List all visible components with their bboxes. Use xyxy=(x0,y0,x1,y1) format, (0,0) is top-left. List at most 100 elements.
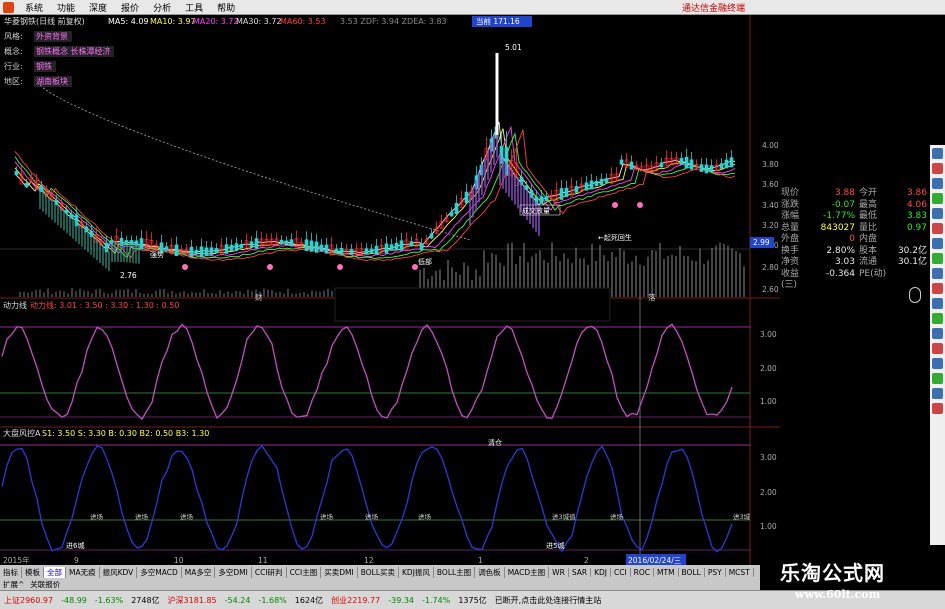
tab-indicator[interactable]: PSY xyxy=(705,567,726,577)
tab-indicator[interactable]: KDJ振风 xyxy=(399,566,434,578)
quote-label: 现价 xyxy=(781,188,800,198)
status-item: -1.74% xyxy=(422,595,451,605)
tag-value[interactable]: 钢铁概念 长株潭经济 xyxy=(36,46,111,56)
tab-indicator[interactable]: 调色板 xyxy=(475,566,505,578)
candle-body xyxy=(559,188,564,200)
export-icon[interactable] xyxy=(932,373,943,384)
status-item: 1375亿 xyxy=(458,595,487,605)
select-icon[interactable] xyxy=(932,298,943,309)
candle-body xyxy=(194,250,199,254)
buy-marker xyxy=(267,264,273,270)
tag-value[interactable]: 钢铁 xyxy=(36,61,52,71)
tab-indicator[interactable]: MACD主图 xyxy=(505,566,550,578)
menu-analysis[interactable]: 分析 xyxy=(146,1,178,14)
tab-indicator[interactable]: BOLL xyxy=(679,567,705,577)
candle-body xyxy=(589,180,594,190)
chart-area[interactable]: 华菱钢铁(日线 前复权) MA5: 4.09 MA10: 3.97 MA20: … xyxy=(0,15,805,565)
menu-system[interactable]: 系统 xyxy=(18,1,50,14)
layout-icon[interactable] xyxy=(932,238,943,249)
tab-indicator[interactable]: BOLL主图 xyxy=(434,566,476,578)
header-badge-text: 当前 171.16 xyxy=(476,16,520,26)
promo-link[interactable]: 通达信金融终端 xyxy=(682,1,745,14)
tag-label: 概念: xyxy=(4,46,23,56)
tab-indicator[interactable]: 多空DMI xyxy=(215,566,252,578)
quote-row: 收益(三) -0.364 PE(动) xyxy=(781,268,931,291)
tab-indicator[interactable]: 买卖DMI xyxy=(321,566,358,578)
tab-indicator[interactable]: CCI xyxy=(611,567,631,577)
status-item: -1.63% xyxy=(94,595,124,605)
buy-marker xyxy=(337,264,343,270)
menu-help[interactable]: 帮助 xyxy=(210,1,242,14)
tab-indicator[interactable]: BOLL买卖 xyxy=(358,566,399,578)
panel2-tick: 3.00 xyxy=(760,453,777,462)
tag-value[interactable]: 湖南板块 xyxy=(36,76,68,86)
alert-icon[interactable] xyxy=(932,283,943,294)
stock-title: 华菱钢铁(日线 前复权) xyxy=(4,16,85,26)
indicator-icon[interactable] xyxy=(932,223,943,234)
period-icon[interactable] xyxy=(932,193,943,204)
tab-indicator[interactable]: CCI主图 xyxy=(287,566,322,578)
quote-value: 3.03 xyxy=(834,257,855,267)
candle-body xyxy=(409,241,414,247)
tab-indicator[interactable]: 全部 xyxy=(44,566,66,578)
x-tick: 11 xyxy=(258,556,268,565)
news-icon[interactable] xyxy=(932,268,943,279)
panel1-label-left: 财 xyxy=(255,292,263,302)
f10-icon[interactable] xyxy=(932,253,943,264)
candle-body xyxy=(689,159,694,170)
annotation-box-1-text: 成交放量 xyxy=(522,206,550,215)
candle-body xyxy=(14,170,19,176)
print-icon[interactable] xyxy=(932,358,943,369)
x-tick: 2 xyxy=(584,556,589,565)
tab-indicator[interactable]: CCI研判 xyxy=(252,566,287,578)
quote-row: 外盘 0 内盘 xyxy=(781,234,931,246)
panel1-tick: 1.00 xyxy=(760,397,777,406)
chart-svg[interactable]: 华菱钢铁(日线 前复权) MA5: 4.09 MA10: 3.97 MA20: … xyxy=(0,15,805,565)
menu-function[interactable]: 功能 xyxy=(50,1,82,14)
draw-icon[interactable] xyxy=(932,208,943,219)
tab-indicator[interactable]: MCST xyxy=(726,567,754,577)
chart-tool-icon[interactable] xyxy=(932,148,943,159)
menu-quote[interactable]: 报价 xyxy=(114,1,146,14)
zoom-in-icon[interactable] xyxy=(932,163,943,174)
menu-tools[interactable]: 工具 xyxy=(178,1,210,14)
candle-body xyxy=(224,244,229,254)
tab-indicator[interactable]: 指标 xyxy=(0,566,22,578)
x-axis: 2015年 9 10 11 12 1 2 2016/02/24/三 xyxy=(3,554,686,565)
quote-value: 3.86 xyxy=(906,188,927,198)
lock-icon[interactable] xyxy=(932,343,943,354)
menu-depth[interactable]: 深度 xyxy=(82,1,114,14)
quote-row: 涨幅 -1.77% 最低 3.83 xyxy=(781,211,931,223)
tab-expand[interactable]: 扩展^ xyxy=(0,579,27,590)
status-item[interactable]: 已断开,点击此处连接行情主站 xyxy=(491,595,606,606)
quote-value: -0.07 xyxy=(831,199,855,210)
ma5-label: MA5: 4.09 xyxy=(108,17,149,26)
tab-related-quote[interactable]: 关联报价 xyxy=(27,579,63,590)
help-icon[interactable] xyxy=(932,388,943,399)
tab-indicator[interactable]: MA多空 xyxy=(182,566,216,578)
candle-body xyxy=(254,238,259,249)
candle-body xyxy=(139,238,144,250)
refresh-icon[interactable] xyxy=(932,313,943,324)
zoom-out-icon[interactable] xyxy=(932,178,943,189)
tab-indicator[interactable]: 多空MACD xyxy=(137,566,182,578)
quote-label: 内盘 xyxy=(859,234,878,244)
quote-value: -0.364 xyxy=(825,268,855,279)
tab-indicator[interactable]: SAR xyxy=(569,567,592,577)
indicator-tabbar: 指标 模板 全部 MA无痕 振风KDV 多空MACD MA多空 多空DMI CCI研判 CCI主图… xyxy=(0,565,780,579)
tab-indicator[interactable]: MTM xyxy=(654,567,679,577)
panel2-tag: 进场 xyxy=(320,512,334,521)
panel1-label-right: 落 xyxy=(648,292,656,302)
candle-body xyxy=(334,248,339,253)
quote-label: 股本 xyxy=(859,245,878,256)
panel2-name: 大盘风控A xyxy=(3,428,41,438)
tab-indicator[interactable]: WR xyxy=(549,567,569,577)
tab-indicator[interactable]: ROC xyxy=(631,567,655,577)
tab-indicator[interactable]: KDJ xyxy=(591,567,611,577)
tag-value[interactable]: 外资背景 xyxy=(36,31,68,41)
tab-indicator[interactable]: 振风KDV xyxy=(100,566,138,578)
tab-indicator[interactable]: 模板 xyxy=(22,566,44,578)
tab-indicator[interactable]: MA无痕 xyxy=(66,566,100,578)
settings-icon[interactable] xyxy=(932,328,943,339)
close-icon[interactable] xyxy=(932,403,943,414)
